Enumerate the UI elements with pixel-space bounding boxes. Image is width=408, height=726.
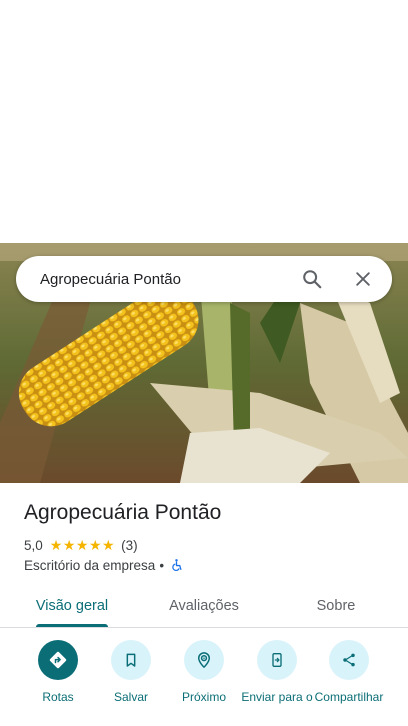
send-to-phone-icon[interactable] <box>257 640 297 680</box>
review-count[interactable]: (3) <box>121 538 138 553</box>
send-to-phone-button[interactable]: Enviar para o <box>240 640 314 704</box>
place-title: Agropecuária Pontão <box>24 501 222 524</box>
wheelchair-accessible-icon <box>168 557 184 573</box>
map-blank-area <box>0 0 408 243</box>
tab-about[interactable]: Sobre <box>296 584 376 627</box>
star-icon: ★ <box>49 537 63 553</box>
nearby-label: Próximo <box>181 690 226 704</box>
place-category: Escritório da empresa <box>24 557 156 573</box>
send-to-phone-label: Enviar para o <box>241 690 313 704</box>
category-row: Escritório da empresa • <box>24 556 184 574</box>
star-icon: ★ <box>88 537 102 553</box>
directions-icon[interactable] <box>38 640 78 680</box>
star-icon: ★ <box>75 537 89 553</box>
tab-overview[interactable]: Visão geral <box>24 584 120 627</box>
star-icon: ★ <box>62 537 76 553</box>
search-icon[interactable] <box>300 267 324 291</box>
tab-reviews[interactable]: Avaliações <box>154 584 254 627</box>
close-icon[interactable] <box>351 267 375 291</box>
directions-button[interactable]: Rotas <box>21 640 95 704</box>
nearby-button[interactable]: Próximo <box>167 640 241 704</box>
separator: • <box>159 557 165 573</box>
search-bar[interactable]: Agropecuária Pontão <box>16 256 392 302</box>
action-bar: Rotas Salvar Próximo Enviar para o Compa… <box>0 640 408 726</box>
directions-label: Rotas <box>42 690 74 704</box>
rating-value: 5,0 <box>24 537 43 553</box>
nearby-icon[interactable] <box>184 640 224 680</box>
bookmark-icon[interactable] <box>111 640 151 680</box>
save-label: Salvar <box>113 690 148 704</box>
star-icon: ★ <box>102 537 115 553</box>
share-icon[interactable] <box>329 640 369 680</box>
active-tab-indicator <box>36 624 108 627</box>
save-button[interactable]: Salvar <box>94 640 168 704</box>
rating-stars: ★ ★ ★ ★ ★ <box>50 538 115 552</box>
tab-bar: Visão geral Avaliações Sobre <box>0 584 408 628</box>
share-label: Compartilhar <box>314 690 384 704</box>
rating-row[interactable]: 5,0 ★ ★ ★ ★ ★ (3) <box>24 536 138 554</box>
search-input[interactable]: Agropecuária Pontão <box>40 271 300 288</box>
share-button[interactable]: Compartilhar <box>312 640 386 704</box>
